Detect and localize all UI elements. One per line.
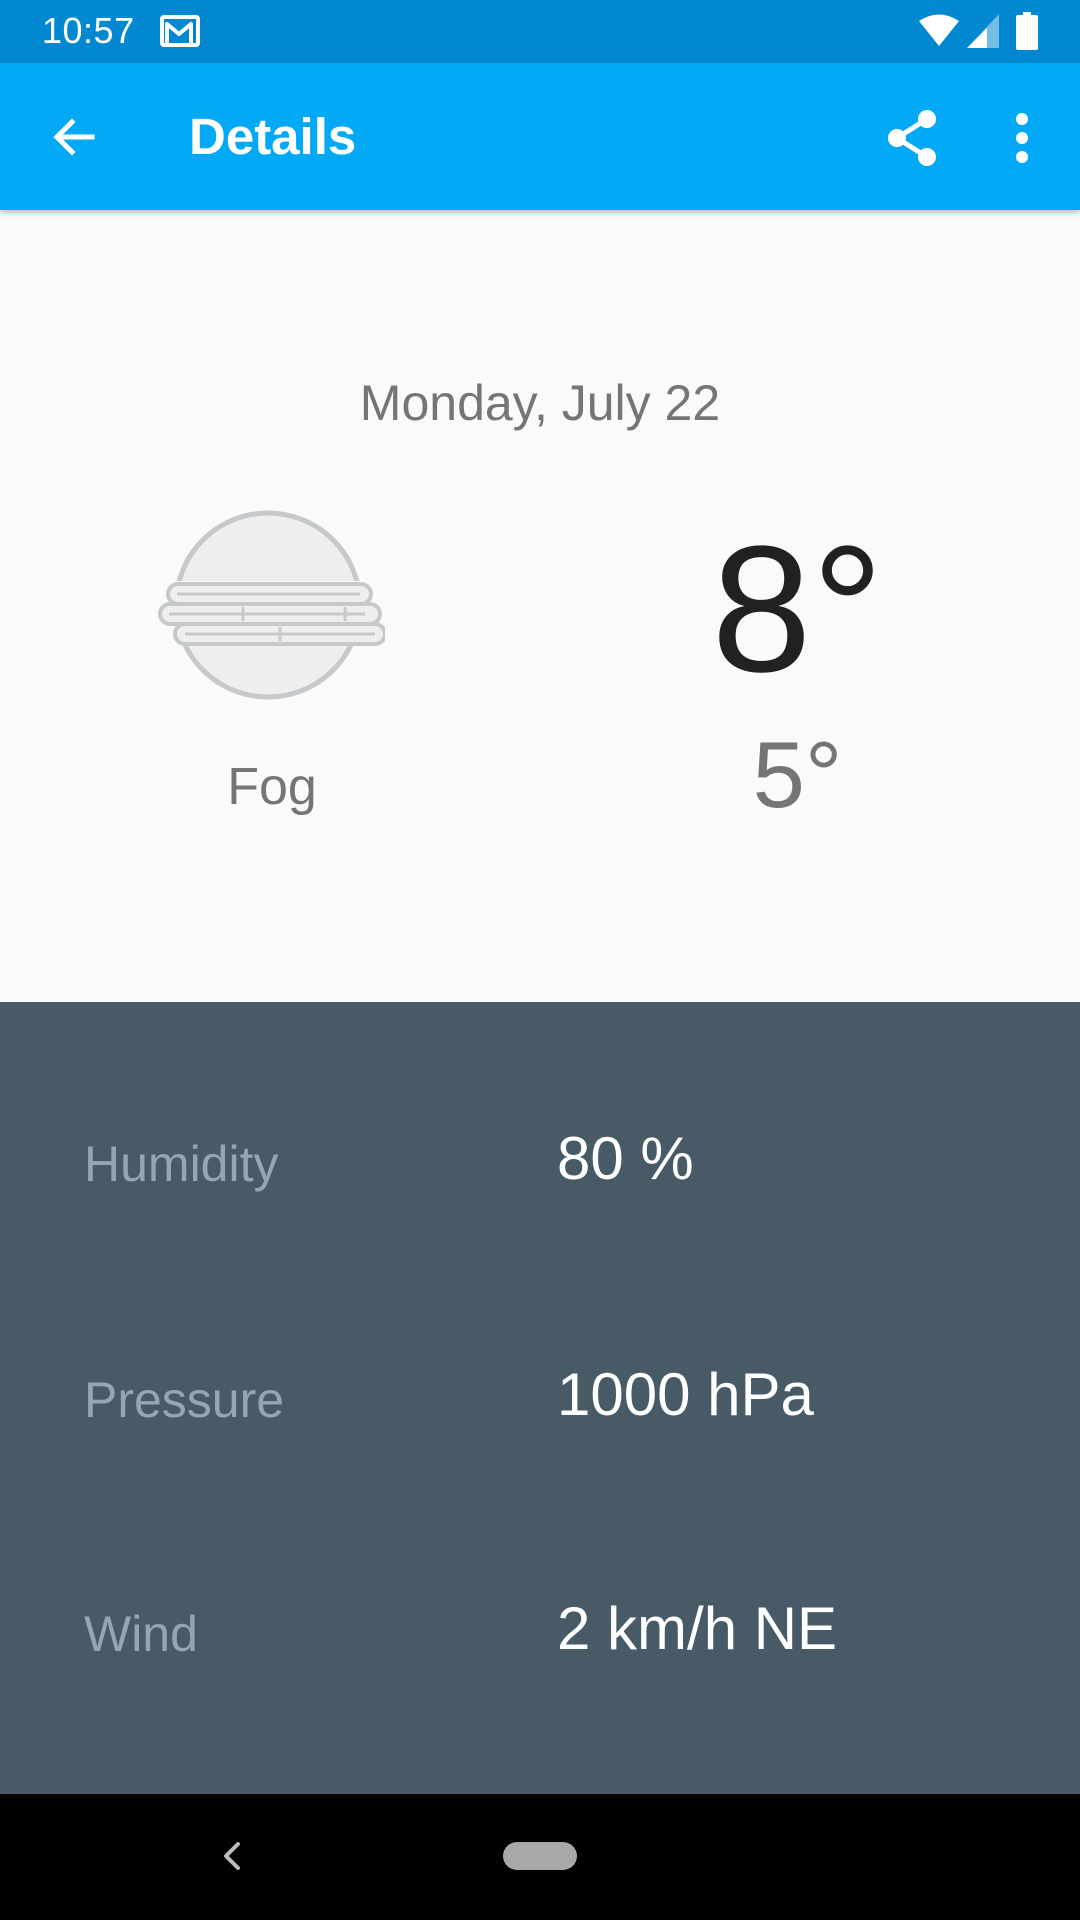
overflow-menu-button[interactable] (1002, 103, 1042, 173)
nav-back-icon[interactable] (212, 1836, 252, 1876)
navigation-bar (0, 1794, 1080, 1920)
status-time: 10:57 (42, 10, 135, 51)
overflow-menu-icon (1016, 113, 1028, 163)
page-title: Details (189, 108, 357, 165)
share-button[interactable] (880, 103, 944, 173)
wind-value: 2 km/h NE (557, 1595, 838, 1662)
low-temperature: 5° (752, 722, 843, 827)
wind-label: Wind (84, 1606, 198, 1662)
nav-home-pill[interactable] (503, 1842, 577, 1870)
cell-signal-icon (967, 14, 999, 48)
status-bar: 10:57 (0, 0, 1080, 63)
fog-icon (158, 510, 385, 700)
forecast-date: Monday, July 22 (359, 375, 721, 431)
wifi-icon (919, 14, 959, 46)
weather-details-screen: 10:57 Details Monday, July 22 Fog 8° 5° … (0, 0, 1080, 1920)
battery-icon (1016, 12, 1038, 50)
details-section: Humidity 80 % Pressure 1000 hPa Wind 2 k… (0, 1002, 1080, 1794)
arrow-back-icon (53, 118, 95, 156)
humidity-value: 80 % (557, 1125, 694, 1192)
humidity-label: Humidity (84, 1136, 279, 1192)
weather-condition: Fog (227, 758, 317, 816)
forecast-section: Monday, July 22 Fog 8° 5° (0, 210, 1080, 1002)
high-temperature: 8° (711, 509, 884, 710)
pressure-label: Pressure (84, 1372, 285, 1428)
app-bar: Details (0, 63, 1080, 210)
share-icon (888, 110, 936, 166)
gmail-icon (160, 15, 200, 47)
back-button[interactable] (42, 105, 106, 169)
pressure-value: 1000 hPa (557, 1361, 814, 1428)
